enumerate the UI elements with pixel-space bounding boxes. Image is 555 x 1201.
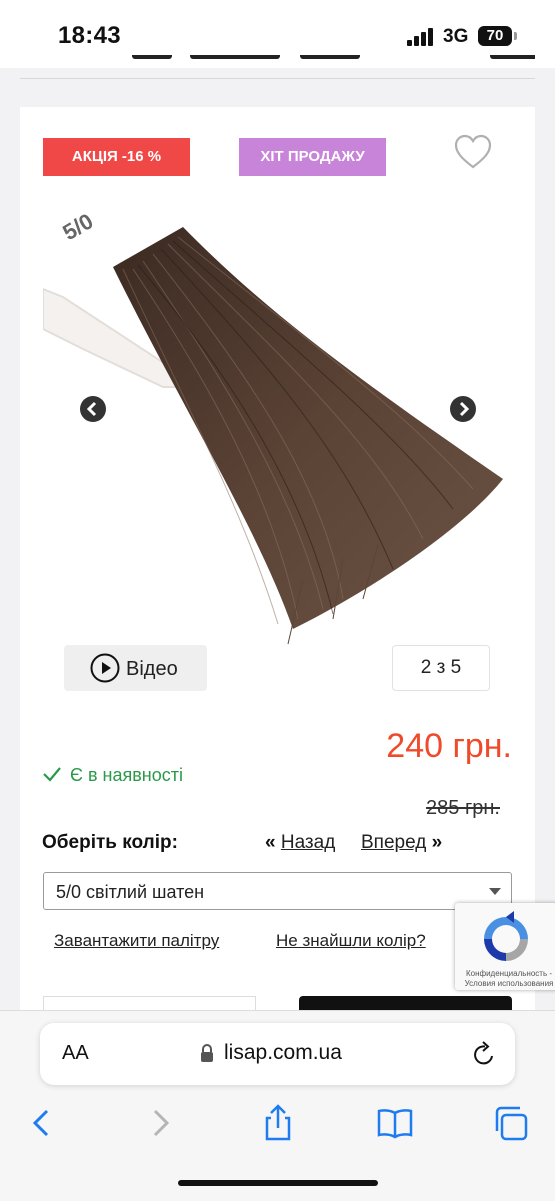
share-icon[interactable] xyxy=(258,1103,298,1143)
url-text[interactable]: lisap.com.ua xyxy=(224,1041,342,1065)
recaptcha-badge[interactable]: Конфиденциальность - Условия использован… xyxy=(455,903,555,990)
color-select[interactable]: 5/0 світлий шатен xyxy=(43,872,512,910)
color-select-value: 5/0 світлий шатен xyxy=(56,882,205,902)
video-button[interactable]: Відео xyxy=(64,645,207,691)
lock-icon xyxy=(200,1043,214,1063)
battery-icon: 70 xyxy=(478,26,512,46)
stock-label: Є в наявності xyxy=(70,765,183,785)
video-button-label: Відео xyxy=(126,658,178,680)
bookmarks-icon[interactable] xyxy=(375,1103,415,1143)
product-image[interactable]: 5/0 xyxy=(42,199,508,654)
status-bar: 18:43 3G 70 xyxy=(0,0,555,68)
signal-icon xyxy=(407,28,435,46)
cropped-header xyxy=(20,55,535,69)
battery-tip xyxy=(514,32,517,40)
bestseller-badge: ХІТ ПРОДАЖУ xyxy=(239,138,386,176)
address-bar[interactable]: AA lisap.com.ua xyxy=(40,1023,515,1085)
prev-color-label[interactable]: Назад xyxy=(281,832,335,853)
status-time: 18:43 xyxy=(58,22,121,49)
home-indicator xyxy=(178,1180,378,1186)
image-counter: 2 з 5 xyxy=(392,645,490,691)
color-not-found-link[interactable]: Не знайшли колір? xyxy=(276,931,426,951)
header-divider xyxy=(20,78,535,79)
color-select-title: Оберіть колір: xyxy=(42,832,178,853)
next-color-link[interactable]: Вперед » xyxy=(361,832,442,854)
prev-arrow-icon[interactable] xyxy=(80,396,106,422)
download-palette-link[interactable]: Завантажити палітру xyxy=(54,931,219,951)
recaptcha-text: Конфиденциальность - Условия использован… xyxy=(464,969,554,988)
shade-label: 5/0 xyxy=(58,208,97,245)
heart-icon[interactable] xyxy=(453,133,493,171)
next-arrow-icon[interactable] xyxy=(450,396,476,422)
back-icon[interactable] xyxy=(22,1103,62,1143)
recaptcha-logo xyxy=(478,911,534,967)
browser-toolbar: AA lisap.com.ua xyxy=(0,1010,555,1201)
reader-settings-button[interactable]: AA xyxy=(62,1042,89,1065)
next-color-label[interactable]: Вперед xyxy=(361,832,426,853)
old-price: 285 грн. xyxy=(426,797,500,819)
stock-status: Є в наявності xyxy=(42,764,183,786)
prev-color-link[interactable]: « Назад xyxy=(265,832,335,854)
sale-badge: АКЦІЯ -16 % xyxy=(43,138,190,176)
network-type: 3G xyxy=(443,26,469,47)
check-icon xyxy=(42,764,62,784)
tabs-icon[interactable] xyxy=(492,1103,532,1143)
play-icon xyxy=(90,653,120,683)
forward-icon[interactable] xyxy=(140,1103,180,1143)
reload-icon[interactable] xyxy=(471,1040,497,1068)
chevron-down-icon xyxy=(489,888,501,895)
current-price: 240 грн. xyxy=(386,727,512,765)
